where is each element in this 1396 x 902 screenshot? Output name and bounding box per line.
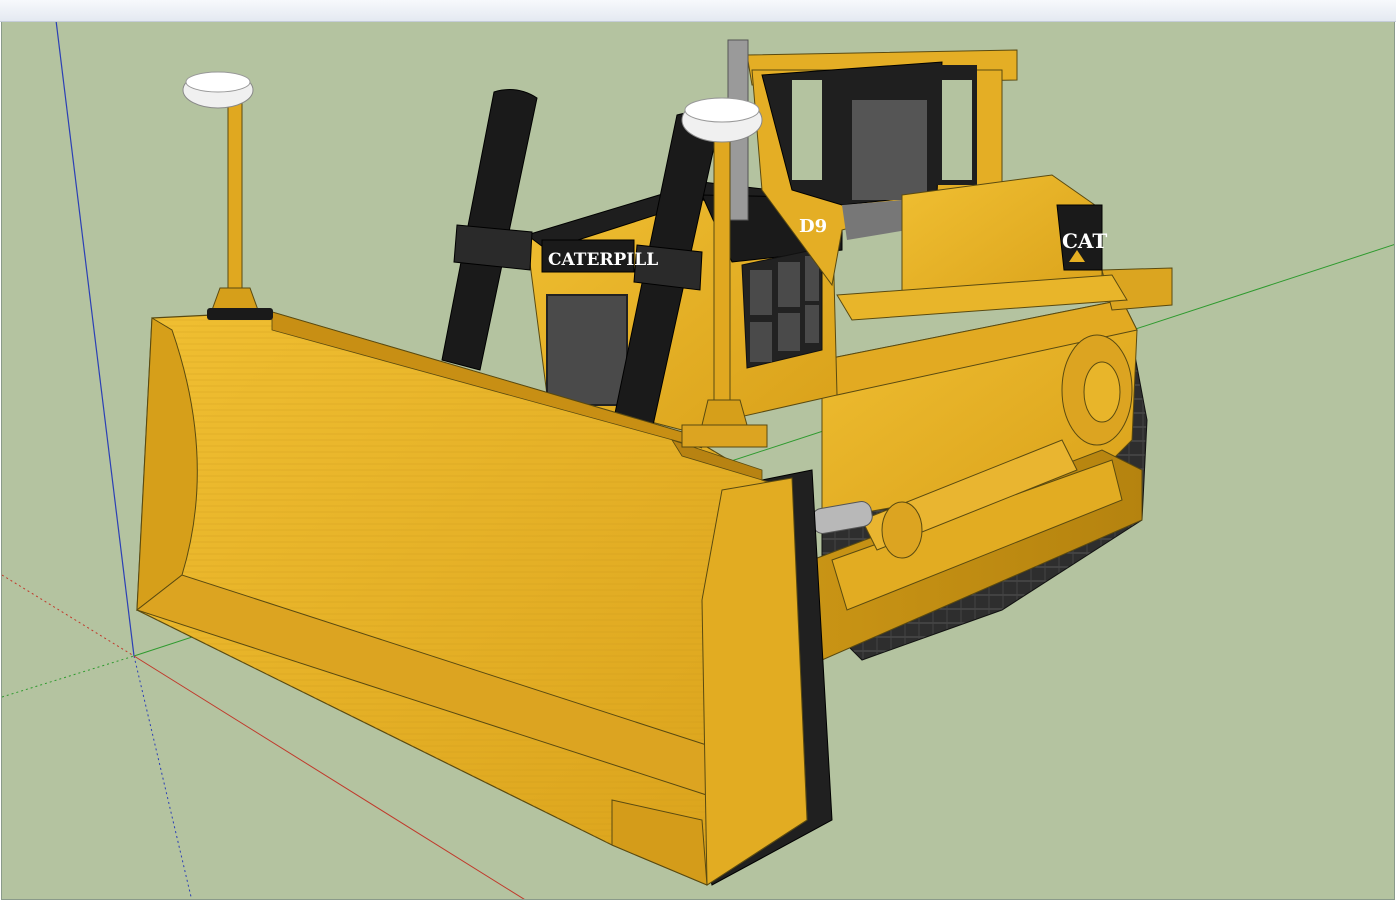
blue-axis-dotted — [133, 655, 193, 899]
window-top-bar — [0, 0, 1396, 22]
green-axis-dotted — [2, 655, 135, 698]
dozer-model-scene[interactable]: CAT CATERPILL D9 — [2, 22, 1395, 900]
gps-mast-right — [713, 124, 731, 401]
hood-side-windows — [741, 247, 823, 369]
gps-mast-left — [227, 99, 243, 291]
brand-decal-text: CATERPILL — [548, 250, 658, 270]
red-axis-dotted — [2, 574, 135, 657]
sketchup-window: CAT CATERPILL D9 — [0, 0, 1396, 902]
model-decal-text: D9 — [799, 216, 827, 237]
cab-window-side — [792, 80, 822, 180]
cat-logo: CAT — [1062, 229, 1107, 253]
cab-window-rear — [852, 100, 927, 200]
hood-grille — [546, 294, 628, 406]
blue-axis-line — [55, 22, 135, 657]
gps-antenna-icon — [182, 71, 273, 320]
3d-viewport[interactable]: CAT CATERPILL D9 — [1, 22, 1395, 900]
